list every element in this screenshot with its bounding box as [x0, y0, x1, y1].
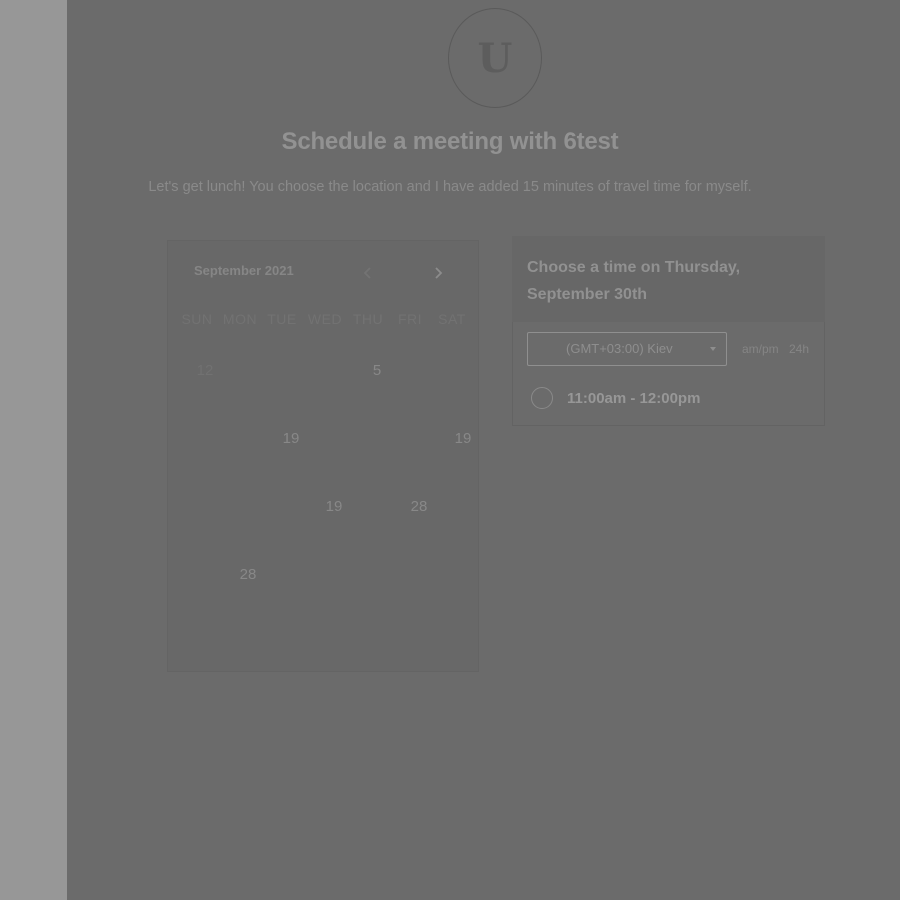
timezone-select[interactable]: (GMT+03:00) Kiev — [527, 332, 727, 366]
calendar-day[interactable]: 19 — [445, 424, 481, 454]
next-month-button[interactable] — [428, 262, 448, 284]
weekday-fri: FRI — [397, 311, 423, 327]
avatar: U — [448, 8, 542, 108]
calendar-month-label: September 2021 — [194, 263, 294, 278]
page-title: Schedule a meeting with 6test — [281, 128, 619, 155]
calendar-day[interactable]: 28 — [401, 492, 437, 522]
calendar-day[interactable]: 5 — [359, 356, 395, 386]
time-panel-title: Choose a time on Thursday, September 30t… — [527, 259, 741, 303]
weekday-wed: WED — [307, 311, 343, 327]
calendar-card — [167, 240, 479, 672]
weekday-sun: SUN — [181, 311, 213, 327]
weekday-sat: SAT — [438, 311, 466, 327]
format-ampm-toggle[interactable]: am/pm — [742, 342, 779, 356]
format-24h-toggle[interactable]: 24h — [789, 342, 809, 356]
time-slot[interactable]: 11:00am - 12:00pm — [527, 384, 817, 414]
time-slot-label: 11:00am - 12:00pm — [567, 390, 701, 407]
calendar-day: 12 — [196, 362, 214, 379]
calendar-day[interactable]: 19 — [316, 492, 352, 522]
caret-down-icon — [710, 347, 716, 351]
weekday-thu: THU — [352, 311, 384, 327]
chevron-right-icon — [435, 267, 443, 279]
timezone-value: (GMT+03:00) Kiev — [566, 341, 673, 356]
avatar-letter: U — [477, 34, 513, 82]
page-subtitle: Let's get lunch! You choose the location… — [148, 179, 752, 195]
prev-month-button[interactable] — [358, 262, 378, 284]
chevron-left-icon — [363, 267, 371, 279]
radio-button[interactable] — [531, 387, 553, 409]
calendar-day[interactable]: 19 — [273, 424, 309, 454]
calendar-day[interactable]: 28 — [230, 560, 266, 590]
weekday-tue: TUE — [267, 311, 297, 327]
weekday-mon: MON — [222, 311, 258, 327]
